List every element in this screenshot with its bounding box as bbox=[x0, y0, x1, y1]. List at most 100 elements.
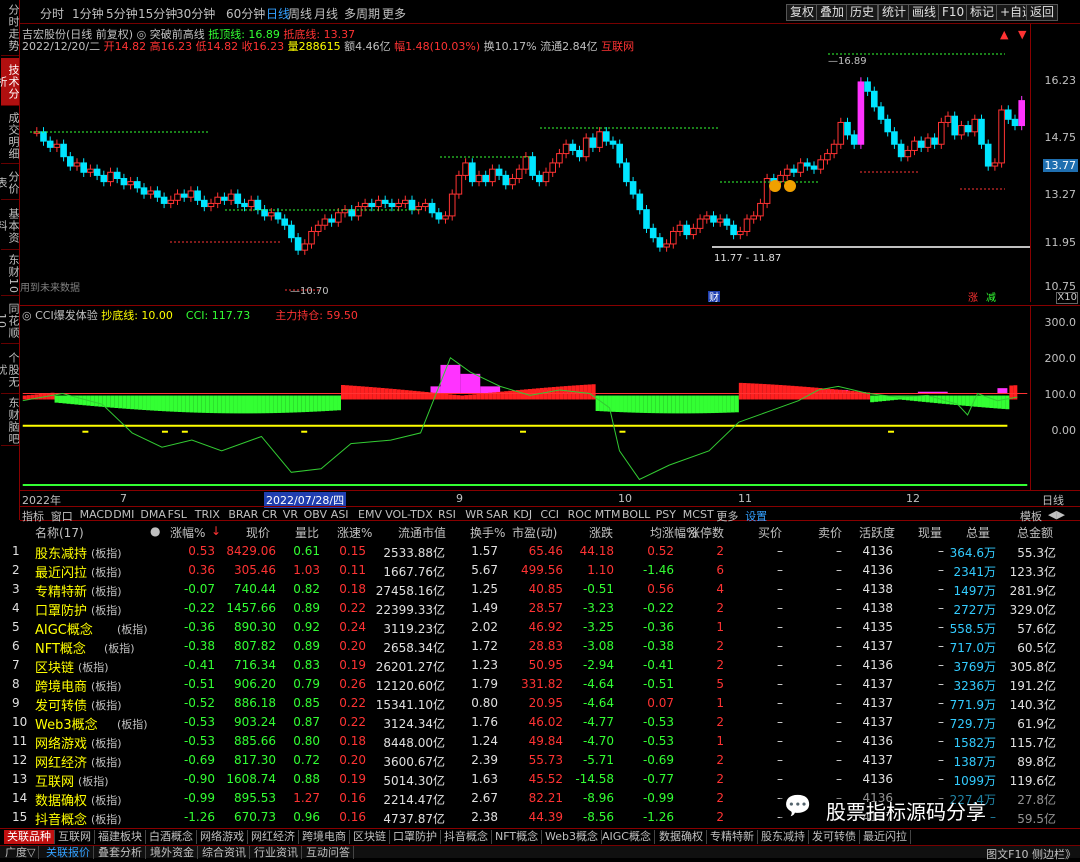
period-9[interactable]: 多周期 bbox=[344, 5, 380, 22]
sector-name[interactable]: Web3概念 bbox=[35, 714, 98, 733]
indicator-tab[interactable]: CR bbox=[262, 508, 277, 521]
table-header[interactable]: 现价 bbox=[246, 524, 270, 541]
period-6[interactable]: 日线 bbox=[266, 5, 290, 22]
table-header[interactable]: 涨幅% bbox=[170, 524, 205, 541]
period-0[interactable]: 分时 bbox=[40, 5, 64, 22]
sector-tab[interactable]: 专精特新 bbox=[707, 830, 758, 844]
bottom-tab[interactable]: 广度▽ bbox=[2, 846, 40, 859]
sector-name[interactable]: 跨境电商 bbox=[35, 676, 87, 695]
table-header[interactable]: ● bbox=[150, 524, 160, 538]
table-header[interactable]: 现量 bbox=[918, 524, 942, 541]
sector-name[interactable]: AIGC概念 bbox=[35, 619, 93, 638]
indicator-tab-right[interactable]: ◀▶ bbox=[1048, 508, 1065, 521]
expand-icon[interactable]: ▼ bbox=[1018, 28, 1026, 41]
sector-tab[interactable]: NFT概念 bbox=[492, 830, 543, 844]
sidebar-tab[interactable]: 成交明细 bbox=[1, 108, 20, 164]
toolbar-button[interactable]: 历史 bbox=[846, 4, 879, 21]
toolbar-button[interactable]: 叠加 bbox=[816, 4, 849, 21]
table-header[interactable]: 总量 bbox=[966, 524, 990, 541]
sidebar-tab[interactable]: 个股无忧 bbox=[0, 346, 20, 394]
sector-tab[interactable]: 网红经济 bbox=[248, 830, 299, 844]
table-row[interactable]: 9 发可转债 (板指) -0.52 886.18 0.85 0.22 15341.10亿 0.8… bbox=[0, 694, 1080, 714]
table-header[interactable]: 活跃度 bbox=[859, 524, 895, 541]
sector-name[interactable]: 区块链 bbox=[35, 657, 74, 676]
sector-tab[interactable]: AIGC概念 bbox=[599, 830, 655, 844]
collapse-icon[interactable]: ▲ bbox=[1000, 28, 1008, 41]
table-header[interactable]: 名称(17) bbox=[35, 524, 84, 541]
indicator-tab[interactable]: CCI bbox=[540, 508, 559, 521]
table-row[interactable]: 12 网红经济 (板指) -0.69 817.30 0.72 0.20 3600.67亿 2.3… bbox=[0, 751, 1080, 771]
table-header[interactable]: 卖价 bbox=[818, 524, 842, 541]
bottom-tab[interactable]: 叠套分析 bbox=[95, 846, 146, 859]
sidebar-tab[interactable]: 东财脑吧 bbox=[1, 396, 20, 446]
table-header[interactable]: 换手% bbox=[470, 524, 505, 541]
bottom-tab[interactable]: 关联报价 bbox=[43, 846, 94, 859]
indicator-tab[interactable]: PSY bbox=[656, 508, 676, 521]
table-row[interactable]: 10 Web3概念 (板指) -0.53 903.24 0.87 0.22 3124.34亿 1… bbox=[0, 713, 1080, 733]
period-2[interactable]: 5分钟 bbox=[106, 5, 138, 22]
sector-tab[interactable]: 跨境电商 bbox=[299, 830, 350, 844]
table-row[interactable]: 3 专精特新 (板指) -0.07 740.44 0.82 0.18 27458.16亿 1.2… bbox=[0, 580, 1080, 600]
table-row[interactable]: 2 最近闪拉 (板指) 0.36 305.46 1.03 0.11 1667.76亿 5.67 4… bbox=[0, 561, 1080, 581]
sector-tab[interactable]: 福建板块 bbox=[95, 830, 146, 844]
indicator-tab[interactable]: ROC bbox=[568, 508, 592, 521]
sector-name[interactable]: 数据确权 bbox=[35, 790, 87, 809]
indicator-tab[interactable]: FSL bbox=[168, 508, 187, 521]
table-header[interactable]: 涨停数 bbox=[688, 524, 724, 541]
table-header[interactable]: 涨跌 bbox=[589, 524, 613, 541]
sort-arrow-icon[interactable]: ↓ bbox=[211, 524, 221, 538]
sector-tab[interactable]: 抖音概念 bbox=[441, 830, 492, 844]
table-row[interactable]: 5 AIGC概念 (板指) -0.36 890.30 0.92 0.24 3119.23亿 2.… bbox=[0, 618, 1080, 638]
toolbar-button[interactable]: 统计 bbox=[878, 4, 911, 21]
table-row[interactable]: 6 NFT概念 (板指) -0.38 807.82 0.89 0.20 2658.34亿 1.7… bbox=[0, 637, 1080, 657]
sector-name[interactable]: 股东减持 bbox=[35, 543, 87, 562]
table-header[interactable]: 总金额 bbox=[1017, 524, 1053, 541]
sidebar-tab[interactable]: 技术分析 bbox=[0, 58, 20, 106]
sector-name[interactable]: 网红经济 bbox=[35, 752, 87, 771]
sidebar-tab[interactable]: 东财10 bbox=[1, 252, 20, 296]
indicator-tab[interactable]: SAR bbox=[486, 508, 508, 521]
scale-button[interactable]: X10 bbox=[1056, 292, 1078, 304]
indicator-tab[interactable]: WR bbox=[465, 508, 484, 521]
sidebar-tab[interactable]: 分价表 bbox=[0, 166, 20, 200]
indicator-tab[interactable]: OBV bbox=[304, 508, 327, 521]
sector-name[interactable]: 网络游戏 bbox=[35, 733, 87, 752]
sector-tab[interactable]: 口罩防护 bbox=[390, 830, 441, 844]
candlestick-chart[interactable]: —16.89 —10.70 11.77 - 11.87 用到未来数据财 涨减 bbox=[20, 24, 1030, 302]
table-row[interactable]: 1 股东减持 (板指) 0.53 8429.06 0.61 0.15 2533.88亿 1.57… bbox=[0, 542, 1080, 562]
cci-indicator-chart[interactable] bbox=[20, 305, 1030, 490]
sector-tab[interactable]: Web3概念 bbox=[542, 830, 602, 844]
table-row[interactable]: 7 区块链 (板指) -0.41 716.34 0.83 0.19 26201.27亿 1.23… bbox=[0, 656, 1080, 676]
indicator-tab[interactable]: VOL-TDX bbox=[385, 508, 433, 521]
table-row[interactable]: 8 跨境电商 (板指) -0.51 906.20 0.79 0.26 12120.60亿 1.7… bbox=[0, 675, 1080, 695]
table-row[interactable]: 13 互联网 (板指) -0.90 1608.74 0.88 0.19 5014.30亿 1.6… bbox=[0, 770, 1080, 790]
table-header[interactable]: 流通市值 bbox=[398, 524, 446, 541]
bottom-tab[interactable]: 行业资讯 bbox=[251, 846, 302, 859]
sector-tab[interactable]: 股东减持 bbox=[758, 830, 809, 844]
bottom-tab[interactable]: 互动问答 bbox=[303, 846, 354, 859]
indicator-tab[interactable]: KDJ bbox=[513, 508, 532, 521]
bottom-tab[interactable]: 境外资金 bbox=[147, 846, 198, 859]
toolbar-button[interactable]: F10 bbox=[938, 4, 969, 21]
indicator-tab[interactable]: MCST bbox=[683, 508, 714, 521]
indicator-tab[interactable]: TRIX bbox=[195, 508, 220, 521]
indicator-tab[interactable]: EMV bbox=[358, 508, 382, 521]
sector-tab[interactable]: 数据确权 bbox=[656, 830, 707, 844]
period-7[interactable]: 周线 bbox=[288, 5, 312, 22]
indicator-tab[interactable]: VR bbox=[283, 508, 298, 521]
sector-tab[interactable]: 网络游戏 bbox=[197, 830, 248, 844]
toolbar-button[interactable]: 画线 bbox=[908, 4, 941, 21]
period-10[interactable]: 更多 bbox=[382, 5, 406, 22]
period-5[interactable]: 60分钟 bbox=[226, 5, 265, 22]
period-3[interactable]: 15分钟 bbox=[138, 5, 177, 22]
sidebar-tab[interactable]: 分时走势 bbox=[1, 0, 20, 56]
sector-name[interactable]: 专精特新 bbox=[35, 581, 87, 600]
table-header[interactable]: 涨速% bbox=[337, 524, 372, 541]
indicator-tab[interactable]: DMA bbox=[140, 508, 166, 521]
sector-tab[interactable]: 白酒概念 bbox=[146, 830, 197, 844]
sector-name[interactable]: 发可转债 bbox=[35, 695, 87, 714]
table-header[interactable]: 市盈(动) bbox=[512, 524, 557, 541]
toolbar-button[interactable]: 返回 bbox=[1026, 4, 1059, 21]
indicator-tab[interactable]: DMI bbox=[113, 508, 134, 521]
table-header[interactable]: 量比 bbox=[295, 524, 319, 541]
